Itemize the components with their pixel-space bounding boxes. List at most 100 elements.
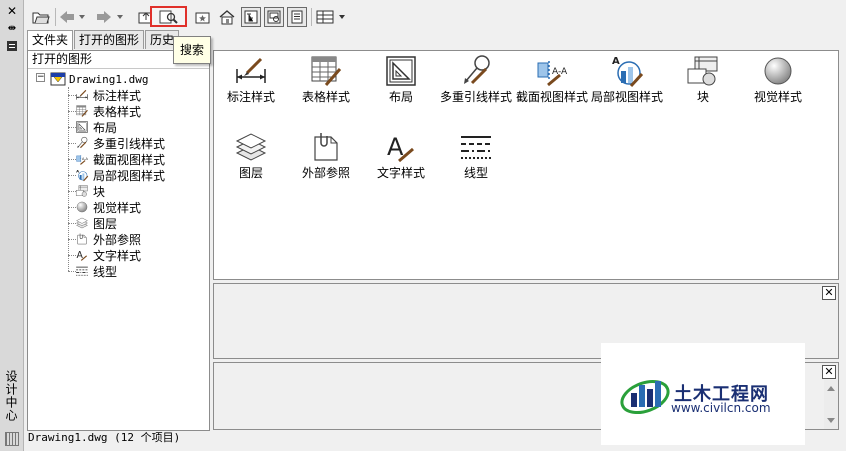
content-item-label: 外部参照 [301, 166, 350, 180]
tree-item[interactable]: 多重引线样式 [74, 135, 165, 151]
collapse-toggle-icon[interactable]: − [36, 73, 45, 82]
tree-item-label: 表格样式 [93, 104, 142, 119]
tree-item-label: 布局 [93, 120, 118, 135]
watermark: 土木工程网 www.civilcn.com [601, 343, 805, 445]
content-item[interactable]: 截面视图样式 [515, 53, 589, 104]
content-item[interactable]: 标注样式 [214, 53, 288, 104]
tree-item[interactable]: 图层 [74, 215, 117, 231]
autohide-icon[interactable]: ⇹ [5, 22, 19, 36]
scrollbar[interactable] [824, 380, 838, 429]
tree-item[interactable]: 局部视图样式 [74, 167, 165, 183]
layer-icon [233, 129, 269, 165]
toolbar [24, 0, 846, 30]
layout-icon [383, 53, 419, 89]
content-item-label: 多重引线样式 [439, 90, 512, 104]
sectionview-icon [74, 152, 90, 166]
search-tooltip: 搜索 [173, 36, 211, 64]
content-item[interactable]: 外部参照 [289, 129, 363, 180]
palette-title-strip: ✕ ⇹ 设计中心 [0, 0, 24, 451]
textstyle-icon [383, 129, 419, 165]
tab-open-drawings[interactable]: 打开的图形 [74, 30, 145, 49]
watermark-logo-icon [620, 379, 670, 415]
content-item[interactable]: 块 [666, 53, 740, 104]
tree-item-label: 截面视图样式 [93, 152, 166, 167]
visualstyle-icon [74, 200, 90, 214]
content-item-label: 标注样式 [226, 90, 275, 104]
tree-item[interactable]: 截面视图样式 [74, 151, 165, 167]
tree-item-label: 图层 [93, 216, 118, 231]
close-icon[interactable]: ✕ [5, 4, 19, 18]
tree-view-toggle-icon[interactable] [241, 7, 261, 27]
content-item-label: 文字样式 [376, 166, 425, 180]
content-item[interactable]: 视觉样式 [741, 53, 815, 104]
tree-item-label: 线型 [93, 264, 118, 279]
drawing-icon [50, 72, 66, 86]
block-icon [685, 53, 721, 89]
linetype-icon [458, 129, 494, 165]
content-item[interactable]: 局部视图样式 [590, 53, 664, 104]
tree-item[interactable]: 外部参照 [74, 231, 141, 247]
dimstyle-icon [233, 53, 269, 89]
content-item[interactable]: 表格样式 [289, 53, 363, 104]
tree-item-label: 块 [93, 184, 106, 199]
grip-icon[interactable] [5, 432, 19, 446]
tree-item-label: 视觉样式 [93, 200, 142, 215]
tree-item-label: 文字样式 [93, 248, 142, 263]
sectionview-icon [534, 53, 570, 89]
mleaderstyle-icon [458, 53, 494, 89]
preview-toggle-icon[interactable] [264, 7, 284, 27]
detailview-icon [609, 53, 645, 89]
content-item[interactable]: 线型 [439, 129, 513, 180]
content-pane: 标注样式 表格样式 布局 多重引线样式 截面视图样式 局部视图样式 块 视觉样式图层 外部参照 文… [213, 50, 839, 280]
content-item[interactable]: 多重引线样式 [439, 53, 513, 104]
search-button[interactable] [150, 6, 187, 27]
layer-icon [74, 216, 90, 230]
content-item[interactable]: 图层 [214, 129, 288, 180]
mleaderstyle-icon [74, 136, 90, 150]
back-button[interactable] [59, 7, 85, 27]
content-item-label: 块 [696, 90, 709, 104]
detailview-icon [74, 168, 90, 182]
content-item[interactable]: 文字样式 [364, 129, 438, 180]
tree-item[interactable]: 线型 [74, 263, 117, 279]
watermark-url: www.civilcn.com [671, 401, 771, 415]
content-item-label: 局部视图样式 [590, 90, 663, 104]
views-button[interactable] [316, 7, 348, 27]
visualstyle-icon [760, 53, 796, 89]
palette-title: 设计中心 [4, 370, 18, 422]
content-item-label: 截面视图样式 [515, 90, 588, 104]
tab-folders[interactable]: 文件夹 [27, 30, 74, 50]
close-preview-button[interactable]: ✕ [822, 286, 836, 300]
tree-item[interactable]: 布局 [74, 119, 117, 135]
tree-item-label: 多重引线样式 [93, 136, 166, 151]
linetype-icon [74, 264, 90, 278]
tree-root[interactable]: Drawing1.dwg [50, 71, 148, 87]
tree-item[interactable]: 表格样式 [74, 103, 141, 119]
dimstyle-icon [74, 88, 90, 102]
tab-strip: 文件夹 打开的图形 历史 [27, 30, 180, 50]
content-item-label: 布局 [388, 90, 413, 104]
tree-item[interactable]: 文字样式 [74, 247, 141, 263]
tree-panel: 打开的图形 − Drawing1.dwg 标注样式 表格样式 布局 多重引线样式 截面视… [27, 50, 210, 431]
properties-icon[interactable] [5, 40, 19, 54]
tree-root-label: Drawing1.dwg [69, 72, 149, 86]
content-item-label: 表格样式 [301, 90, 350, 104]
tree-item-label: 局部视图样式 [93, 168, 166, 183]
xref-icon [308, 129, 344, 165]
close-description-button[interactable]: ✕ [822, 365, 836, 379]
load-icon[interactable] [31, 7, 51, 27]
forward-button[interactable] [95, 7, 123, 27]
home-icon[interactable] [218, 7, 236, 27]
content-item-label: 图层 [238, 166, 263, 180]
tablestyle-icon [308, 53, 344, 89]
tablestyle-icon [74, 104, 90, 118]
textstyle-icon [74, 248, 90, 262]
tree-item-label: 标注样式 [93, 88, 142, 103]
tree-item[interactable]: 块 [74, 183, 105, 199]
favorites-icon[interactable] [194, 7, 212, 27]
description-toggle-icon[interactable] [287, 7, 307, 27]
layout-icon [74, 120, 90, 134]
content-item[interactable]: 布局 [364, 53, 438, 104]
tree-item[interactable]: 标注样式 [74, 87, 141, 103]
tree-item[interactable]: 视觉样式 [74, 199, 141, 215]
